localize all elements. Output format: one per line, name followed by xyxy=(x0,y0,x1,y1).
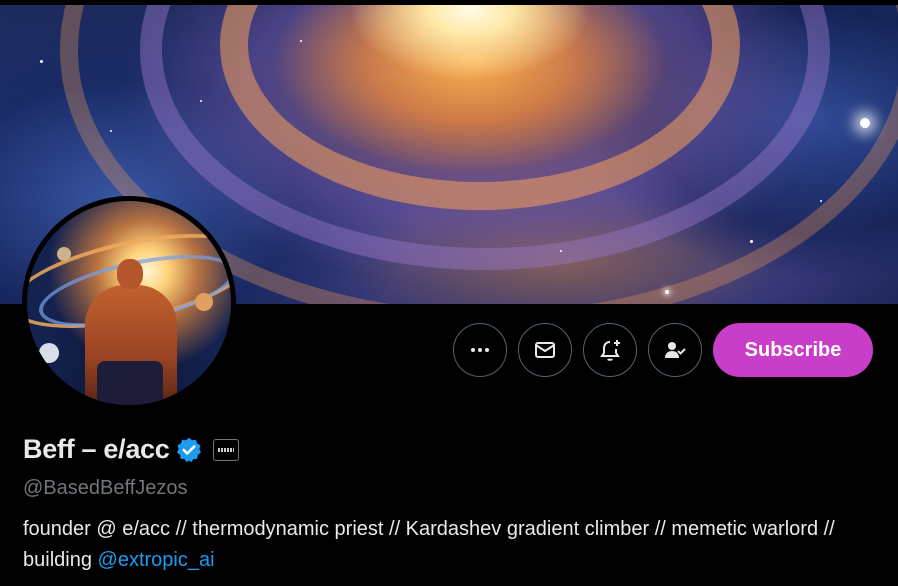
avatar-planet xyxy=(57,247,71,261)
mail-icon xyxy=(535,342,555,358)
name-row: Beff – e/acc xyxy=(23,434,883,465)
bell-plus-icon xyxy=(600,340,620,361)
banner-star xyxy=(300,40,302,42)
profile-avatar[interactable] xyxy=(22,196,236,410)
profile-info: Beff – e/acc @BasedBeffJezos founder @ e… xyxy=(23,434,883,576)
avatar-figure-legs xyxy=(97,361,163,405)
profile-bio: founder @ e/acc // thermodynamic priest … xyxy=(23,514,883,576)
subscribe-button[interactable]: Subscribe xyxy=(713,323,873,377)
avatar-figure-head xyxy=(117,259,143,289)
more-icon xyxy=(471,348,489,352)
display-name: Beff – e/acc xyxy=(23,434,170,464)
banner-star xyxy=(560,250,562,252)
avatar-image xyxy=(27,201,231,405)
banner-star xyxy=(860,118,870,128)
affiliation-badge-icon[interactable] xyxy=(213,438,240,461)
bio-mention-link[interactable]: @extropic_ai xyxy=(98,549,215,571)
banner-star xyxy=(665,290,669,294)
avatar-planet xyxy=(195,293,213,311)
more-button[interactable] xyxy=(453,323,507,377)
banner-star xyxy=(750,240,753,243)
person-check-icon xyxy=(665,342,686,358)
verified-badge-icon[interactable] xyxy=(175,436,203,464)
banner-star xyxy=(200,100,202,102)
profile-actions: Subscribe xyxy=(453,323,873,377)
banner-star xyxy=(110,130,112,132)
banner-star xyxy=(40,60,43,63)
notify-button[interactable] xyxy=(583,323,637,377)
banner-star xyxy=(820,200,822,202)
user-handle: @BasedBeffJezos xyxy=(23,477,188,499)
avatar-planet xyxy=(39,343,59,363)
following-button[interactable] xyxy=(648,323,702,377)
banner-top-edge xyxy=(0,0,898,5)
message-button[interactable] xyxy=(518,323,572,377)
